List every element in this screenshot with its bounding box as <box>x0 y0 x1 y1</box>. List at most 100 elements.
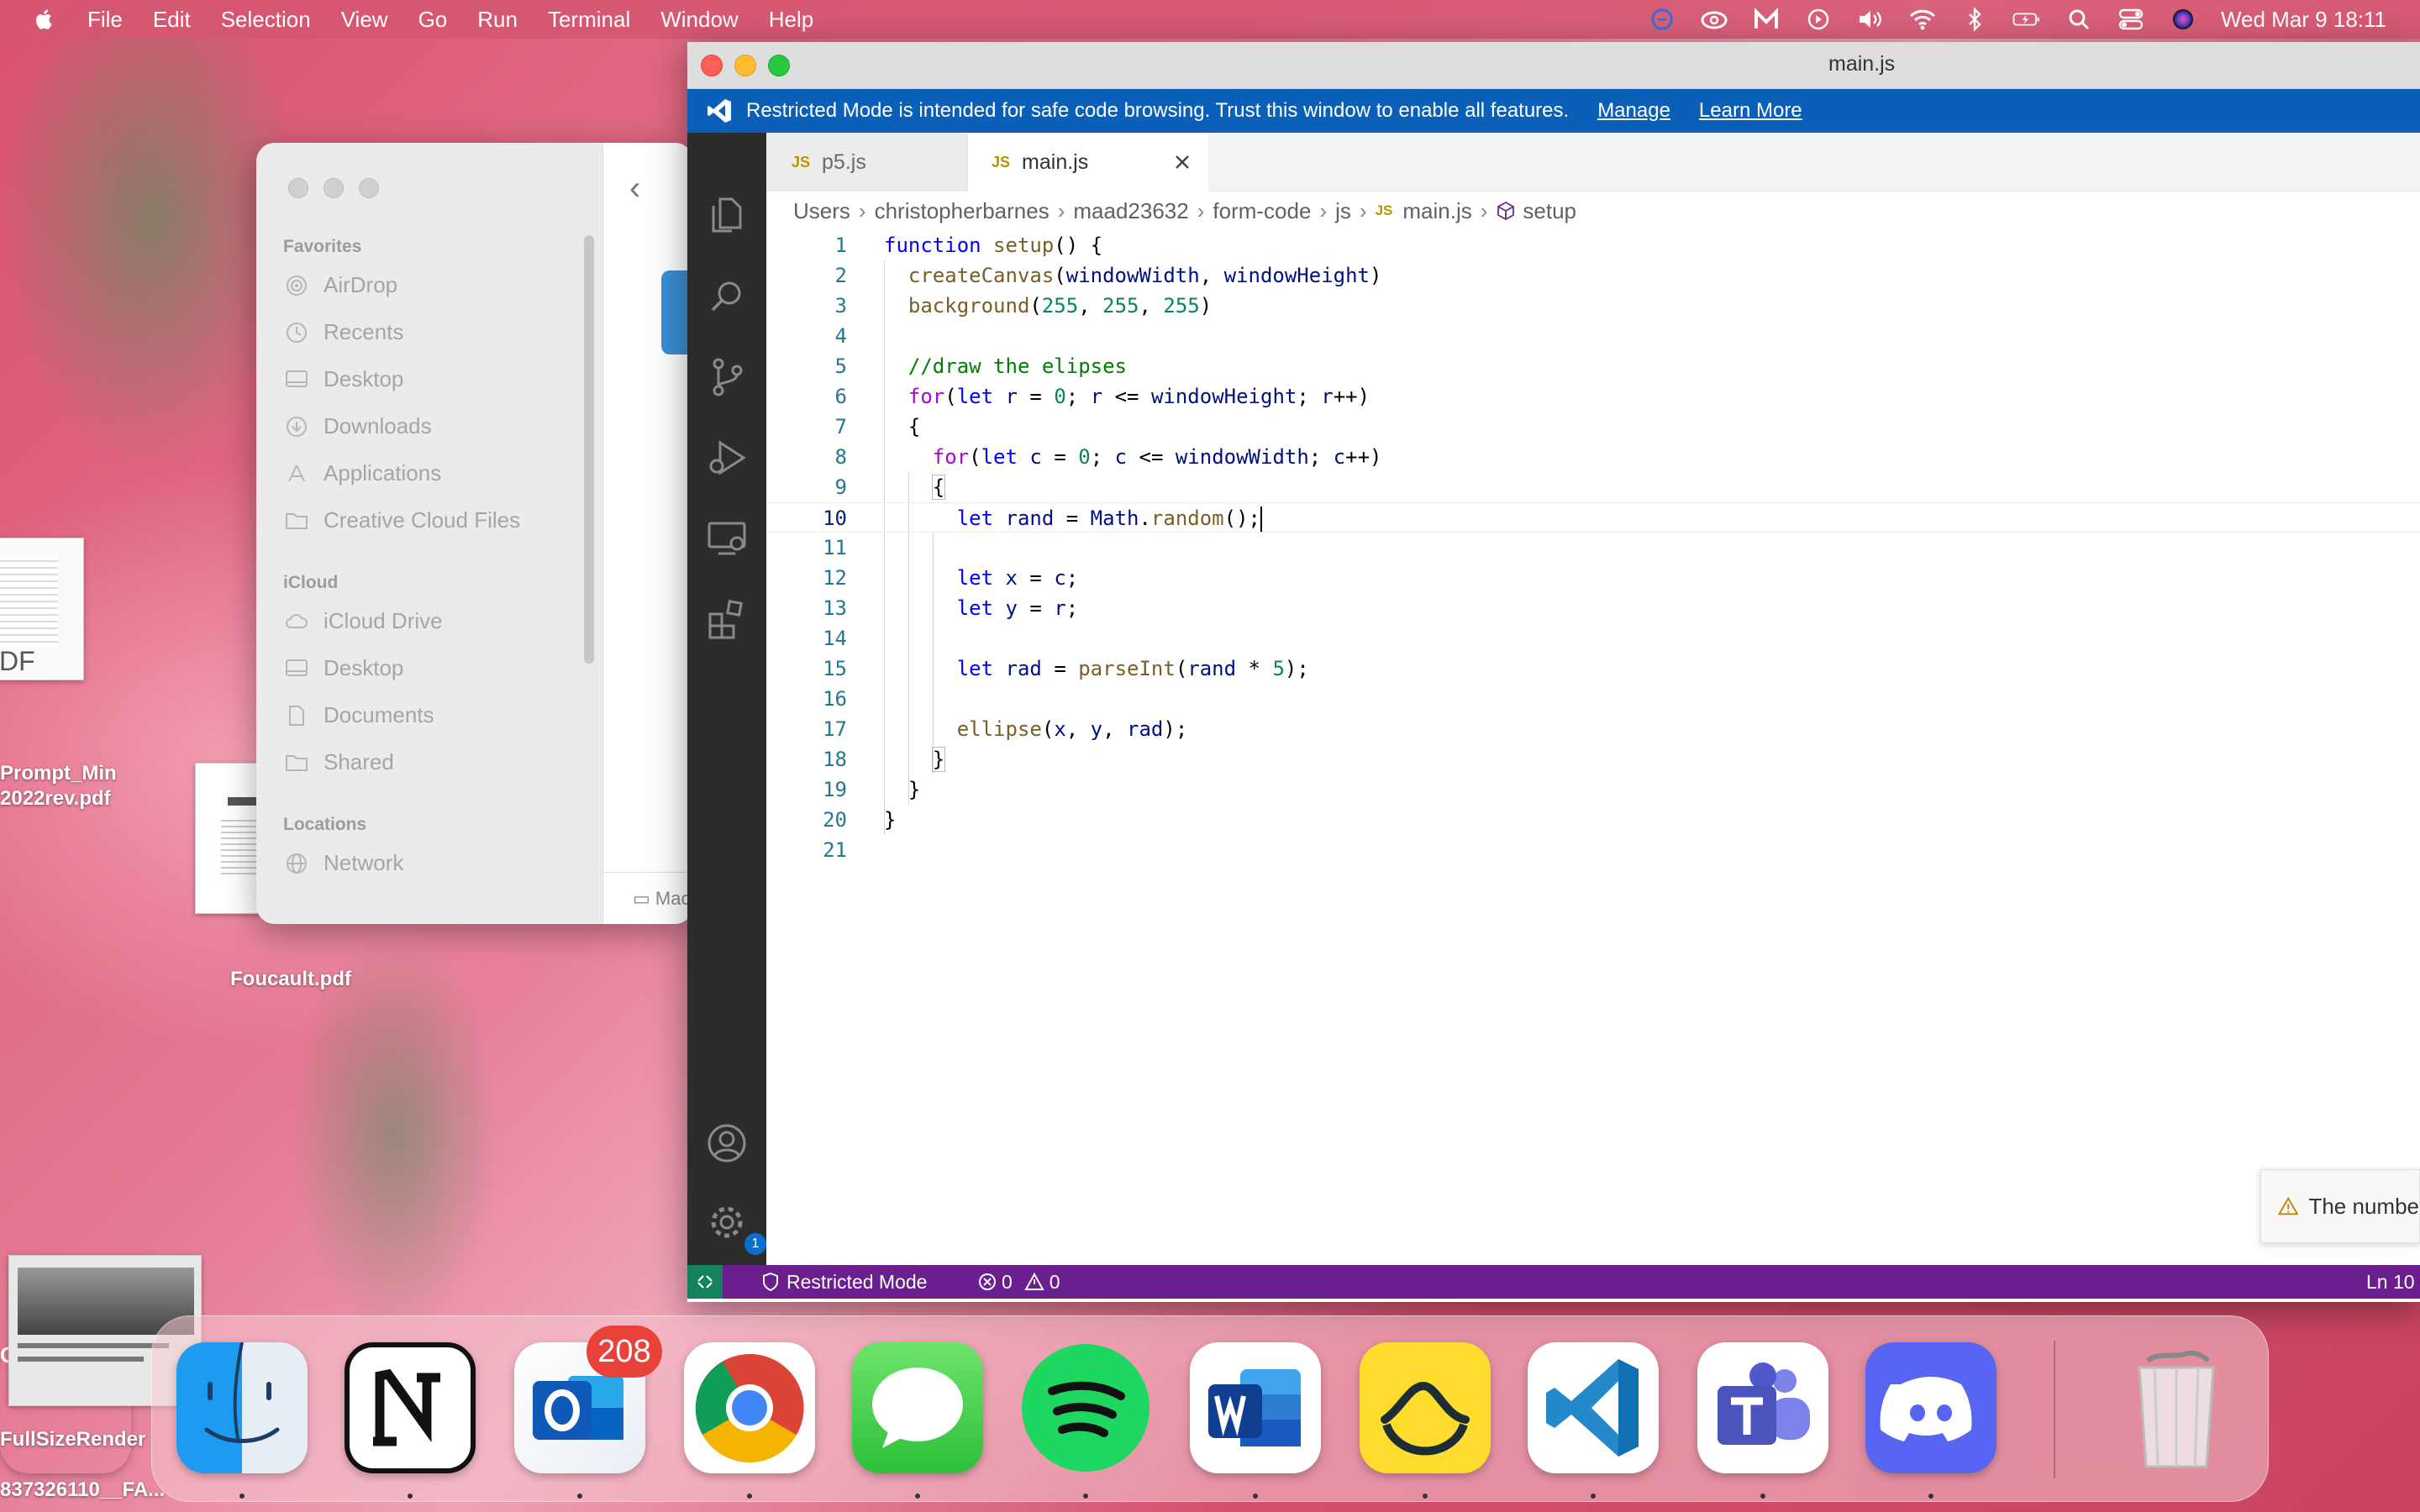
m-app-icon[interactable] <box>1752 8 1781 31</box>
globe-icon <box>287 853 307 874</box>
desktop-file-label[interactable]: Foucault.pdf <box>230 968 351 991</box>
code-line: 1 function setup() { <box>766 230 2420 260</box>
finder-window: ‹ Favorites AirDrop Recents Desktop Down… <box>256 143 693 924</box>
manage-link[interactable]: Manage <box>1597 99 1670 123</box>
problems-indicator[interactable]: 0 0 <box>978 1265 1060 1299</box>
menu-run[interactable]: Run <box>477 7 518 33</box>
account-icon[interactable] <box>706 1122 748 1164</box>
explorer-icon[interactable] <box>706 193 748 235</box>
discord-app-icon[interactable] <box>1865 1342 1996 1473</box>
restricted-mode-indicator[interactable]: Restricted Mode <box>761 1265 927 1299</box>
close-window-button[interactable] <box>701 55 723 76</box>
word-app-icon[interactable] <box>1190 1342 1321 1473</box>
desktop-file-label[interactable]: 837326110__FA... <box>0 1478 165 1502</box>
notification-toast[interactable]: The numbe <box>2260 1169 2420 1243</box>
siri-icon[interactable] <box>2169 8 2197 31</box>
sidebar-item-icloud-desktop[interactable]: Desktop <box>285 655 403 681</box>
spotify-app-icon[interactable] <box>1020 1342 1151 1473</box>
cursor-position[interactable]: Ln 10 <box>2366 1265 2415 1299</box>
code-editor[interactable]: 1 function setup() { 2 createCanvas(windo… <box>766 230 2420 1305</box>
sidebar-item-icloud-drive[interactable]: iCloud Drive <box>285 608 443 634</box>
sidebar-item-recents[interactable]: Recents <box>285 319 403 345</box>
chrome-app-icon[interactable] <box>684 1342 815 1473</box>
creative-cloud-icon[interactable] <box>1700 8 1728 31</box>
zoom-window-button[interactable] <box>768 55 790 76</box>
apple-icon[interactable] <box>32 7 57 32</box>
warning-icon <box>1024 1273 1044 1290</box>
zoom-window-button[interactable] <box>359 178 379 198</box>
search-icon[interactable] <box>2065 8 2093 31</box>
chevron-right-icon: › <box>1480 197 1488 223</box>
vscode-app-icon[interactable] <box>1528 1342 1659 1473</box>
battery-icon[interactable] <box>2012 8 2041 31</box>
menu-selection[interactable]: Selection <box>221 7 311 33</box>
code-text: { <box>931 475 946 500</box>
run-debug-icon[interactable] <box>706 437 748 479</box>
tab-main-js[interactable]: JS main.js <box>968 133 1208 192</box>
breadcrumb-item[interactable]: setup <box>1523 198 1576 224</box>
manage-gear-icon[interactable]: 1 <box>706 1201 766 1255</box>
menu-go[interactable]: Go <box>418 7 448 33</box>
minimize-window-button[interactable] <box>324 178 344 198</box>
pdf-file-type-label: DF <box>0 646 35 676</box>
banner-message: Restricted Mode is intended for safe cod… <box>746 99 1570 122</box>
running-indicator <box>1928 1494 1933 1499</box>
menu-edit[interactable]: Edit <box>153 7 191 33</box>
volume-icon[interactable] <box>1856 8 1885 31</box>
wifi-icon[interactable] <box>1908 8 1937 31</box>
sidebar-item-network[interactable]: Network <box>285 850 403 876</box>
breadcrumb-item[interactable]: form-code <box>1213 198 1311 224</box>
breadcrumb-item[interactable]: js <box>1335 198 1351 224</box>
sidebar-item-creative-cloud-files[interactable]: Creative Cloud Files <box>285 507 520 533</box>
desktop-file-label[interactable]: Prompt_Min 2022rev.pdf <box>0 761 117 811</box>
breadcrumb-item[interactable]: Users <box>793 198 850 224</box>
basecamp-app-icon[interactable] <box>1360 1342 1491 1473</box>
minimize-window-button[interactable] <box>734 55 756 76</box>
control-center-icon[interactable] <box>2117 8 2145 31</box>
back-chevron-icon[interactable]: ‹ <box>629 170 640 207</box>
finder-path-bar: ▭ Mac <box>602 872 693 924</box>
notion-app-icon[interactable] <box>345 1342 476 1473</box>
sidebar-item-desktop[interactable]: Desktop <box>285 366 403 392</box>
breadcrumb-item[interactable]: christopherbarnes <box>875 198 1050 224</box>
close-tab-icon[interactable] <box>1170 150 1195 175</box>
breadcrumb-item[interactable]: main.js <box>1402 198 1471 224</box>
sidebar-item-applications[interactable]: Applications <box>285 460 441 486</box>
menu-help[interactable]: Help <box>769 7 813 33</box>
tab-p5-js[interactable]: JS p5.js <box>766 133 968 192</box>
play-icon[interactable] <box>1804 8 1833 31</box>
sidebar-scrollbar[interactable] <box>584 235 594 664</box>
learn-more-link[interactable]: Learn More <box>1699 99 1802 123</box>
sidebar-item-label: Network <box>324 850 404 875</box>
menu-view[interactable]: View <box>341 7 388 33</box>
line-number: 15 <box>823 657 847 680</box>
menu-window[interactable]: Window <box>660 7 738 33</box>
chevron-right-icon: › <box>858 197 866 223</box>
finder-app-icon[interactable] <box>176 1341 308 1473</box>
menu-terminal[interactable]: Terminal <box>548 7 630 33</box>
trash-icon[interactable] <box>2111 1342 2242 1473</box>
sidebar-item-label: AirDrop <box>324 272 398 297</box>
sidebar-item-airdrop[interactable]: AirDrop <box>285 272 397 298</box>
remote-indicator-icon[interactable] <box>687 1265 723 1299</box>
teams-app-icon[interactable] <box>1697 1342 1828 1473</box>
bluetooth-icon[interactable] <box>1960 8 1989 31</box>
sidebar-item-shared[interactable]: Shared <box>285 749 394 775</box>
sidebar-item-downloads[interactable]: Downloads <box>285 413 432 439</box>
remote-explorer-icon[interactable] <box>706 517 748 559</box>
line-number: 21 <box>823 838 847 862</box>
menu-file[interactable]: File <box>87 7 123 33</box>
code-text: createCanvas(windowWidth, windowHeight) <box>908 264 1382 287</box>
breadcrumb-item[interactable]: maad23632 <box>1073 198 1188 224</box>
pdf-file-icon[interactable]: DF <box>0 538 84 680</box>
code-text: for(let c = 0; c <= windowWidth; c++) <box>932 445 1382 469</box>
sidebar-item-documents[interactable]: Documents <box>285 702 434 728</box>
search-icon[interactable] <box>706 276 748 318</box>
messages-app-icon[interactable] <box>852 1342 983 1473</box>
extensions-icon[interactable] <box>706 598 748 640</box>
close-window-button[interactable] <box>288 178 308 198</box>
sync-icon[interactable] <box>1648 8 1676 31</box>
source-control-icon[interactable] <box>706 356 748 398</box>
menu-bar-clock[interactable]: Wed Mar 9 18:11 <box>2221 7 2386 33</box>
desktop-file-label[interactable]: FullSizeRender <box>0 1428 145 1452</box>
